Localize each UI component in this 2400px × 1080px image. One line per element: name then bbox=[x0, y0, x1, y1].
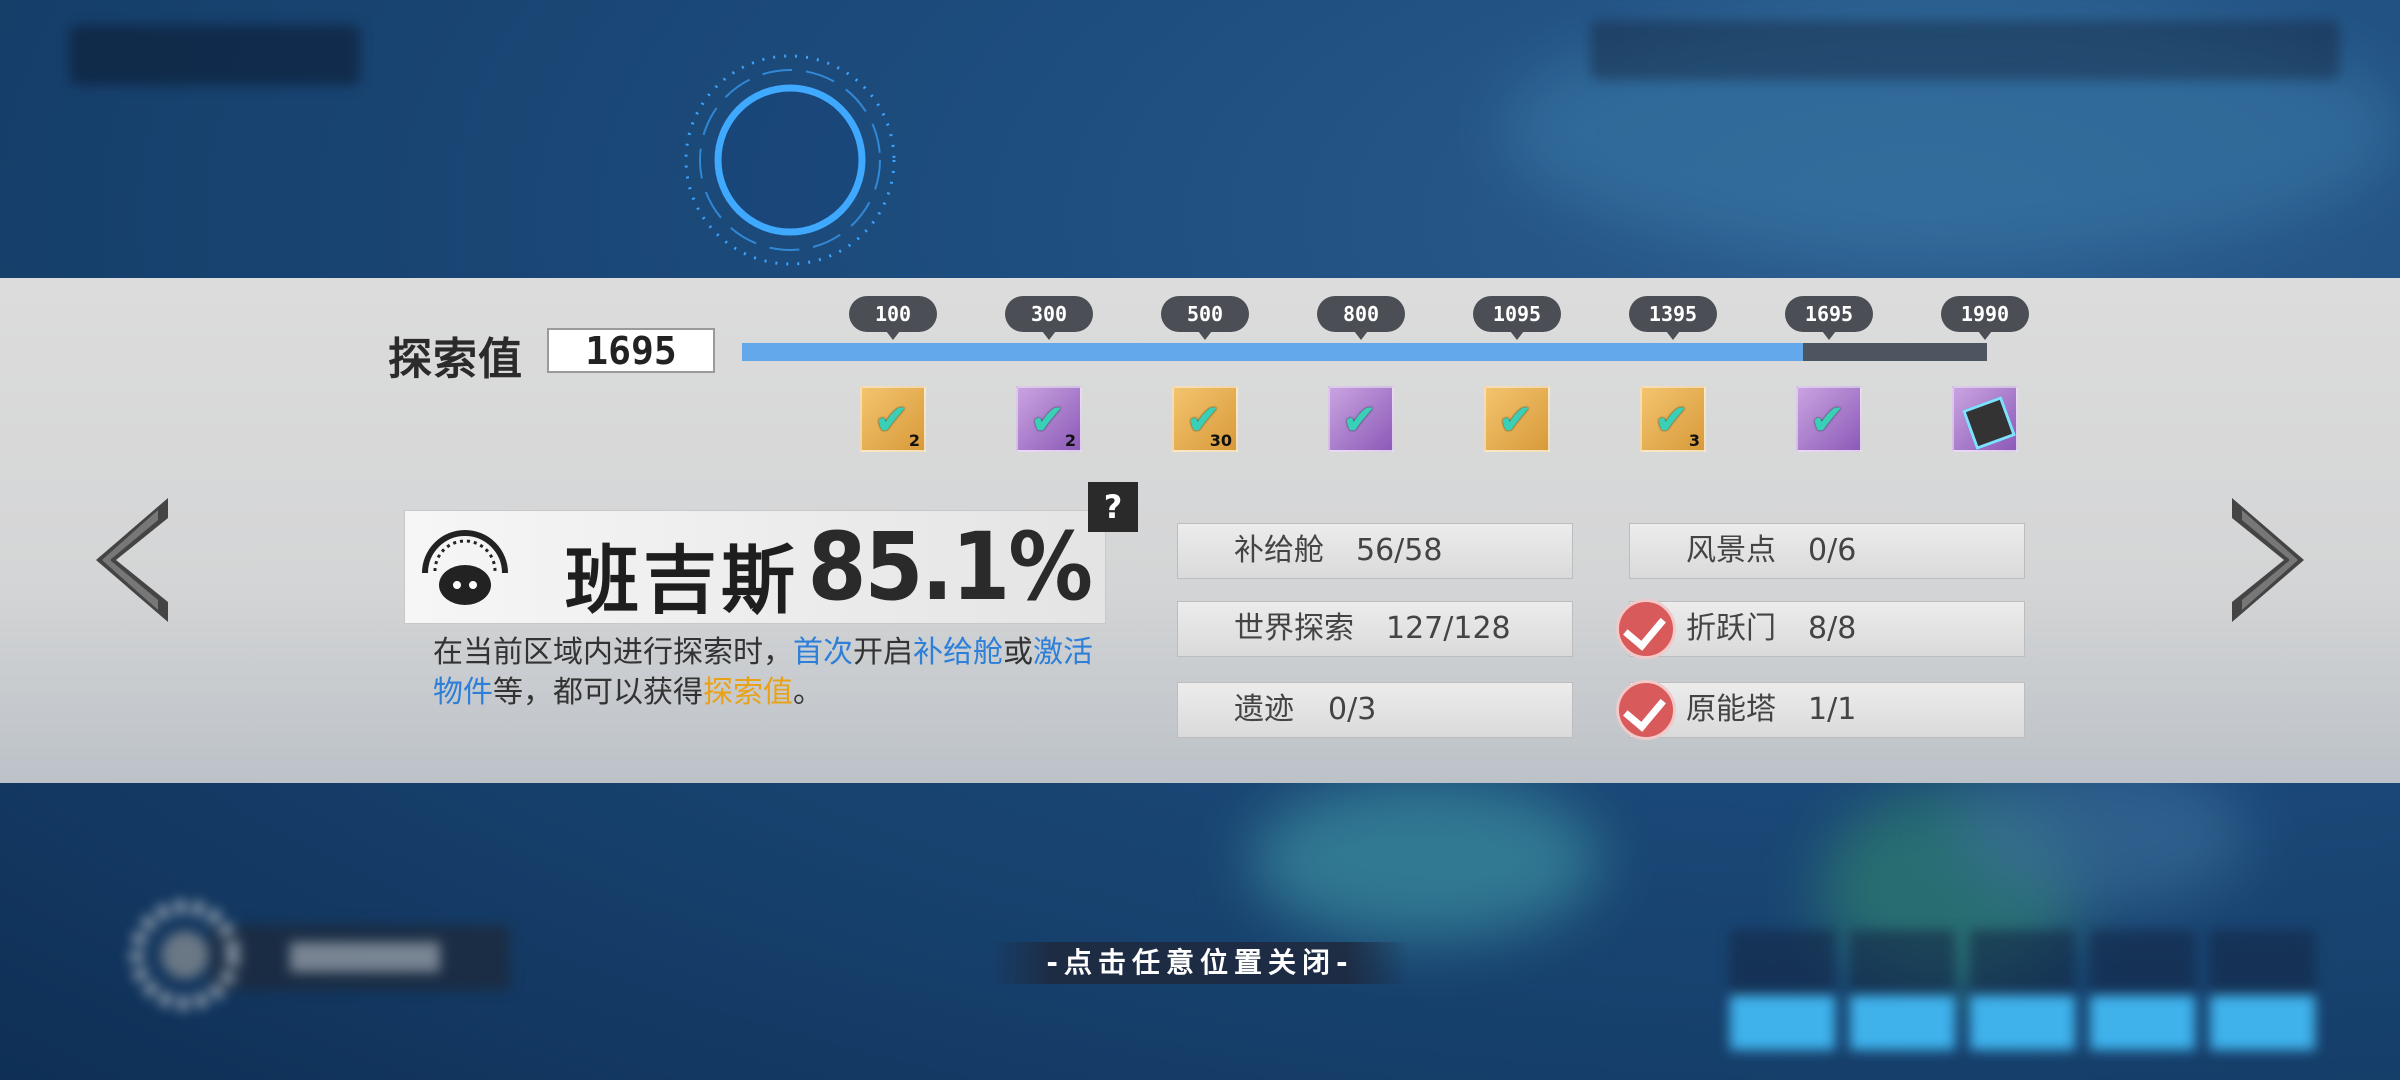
milestone-reward[interactable]: ✔ 3 bbox=[1640, 386, 1706, 452]
next-region-arrow-icon[interactable] bbox=[2222, 490, 2312, 630]
milestone-reward[interactable]: ✔ bbox=[1484, 386, 1550, 452]
milestone-reward[interactable]: ✔ bbox=[1328, 386, 1394, 452]
scanner-ring-icon bbox=[684, 54, 896, 266]
desc-highlight: 探索值 bbox=[703, 675, 793, 710]
stat-warp-gate: 折跃门 8/8 bbox=[1616, 599, 2025, 659]
desc-highlight: 首次 bbox=[793, 635, 853, 670]
chip-item-icon bbox=[1962, 396, 2016, 450]
tap-anywhere-to-close-hint[interactable]: -点击任意位置关闭- bbox=[990, 942, 1410, 984]
region-completion-percent: 85.1% bbox=[807, 513, 1093, 622]
top-right-currency-bar bbox=[1590, 20, 2340, 80]
explore-progress-fill bbox=[742, 343, 1803, 361]
explore-value-label: 探索值 bbox=[388, 334, 523, 385]
desc-text: 等，都可以获得 bbox=[493, 675, 703, 710]
stat-value: 0/6 bbox=[1808, 533, 1857, 568]
milestone-tag: 500 bbox=[1161, 296, 1249, 340]
milestone-reward[interactable]: ✔ bbox=[1796, 386, 1862, 452]
reward-quantity: 3 bbox=[1688, 431, 1700, 450]
claimed-check-icon: ✔ bbox=[1030, 395, 1066, 444]
claimed-check-icon: ✔ bbox=[1342, 395, 1378, 444]
milestone-tag: 800 bbox=[1317, 296, 1405, 340]
prev-region-arrow-icon[interactable] bbox=[88, 490, 178, 630]
desc-highlight: 补给舱 bbox=[913, 635, 1003, 670]
stat-label: 折跃门 bbox=[1686, 611, 1776, 646]
milestone-tag: 100 bbox=[849, 296, 937, 340]
stat-value: 1/1 bbox=[1808, 692, 1857, 727]
explore-progress-bar bbox=[742, 343, 1987, 361]
milestone-tag: 1695 bbox=[1785, 296, 1873, 340]
milestone-reward[interactable]: ✔ 2 bbox=[860, 386, 926, 452]
stat-ruins: 遗迹 0/3 bbox=[1177, 682, 1573, 738]
bottom-left-gear-button[interactable] bbox=[130, 900, 530, 1010]
stat-value: 127/128 bbox=[1386, 611, 1511, 646]
stat-value: 8/8 bbox=[1808, 611, 1857, 646]
help-button[interactable]: ? bbox=[1088, 482, 1138, 532]
reward-quantity: 2 bbox=[908, 431, 920, 450]
milestone-tag: 300 bbox=[1005, 296, 1093, 340]
stat-world-explore: 世界探索 127/128 bbox=[1177, 601, 1573, 657]
region-summary: 班吉斯 85.1% bbox=[404, 510, 1106, 624]
milestone-reward[interactable]: ✔ 2 bbox=[1016, 386, 1082, 452]
explore-description: 在当前区域内进行探索时，首次开启补给舱或激活物件等，都可以获得探索值。 bbox=[433, 633, 1113, 713]
claimed-check-icon: ✔ bbox=[1654, 395, 1690, 444]
stat-label: 补给舱 bbox=[1234, 533, 1324, 568]
completed-check-icon bbox=[1616, 599, 1676, 659]
reward-quantity: 30 bbox=[1209, 431, 1232, 450]
region-emblem-icon bbox=[422, 530, 508, 605]
desc-text: 在当前区域内进行探索时， bbox=[433, 635, 793, 670]
stat-value: 56/58 bbox=[1356, 533, 1443, 568]
stat-scenic: 风景点 0/6 bbox=[1629, 523, 2025, 579]
top-left-back-bar[interactable] bbox=[70, 25, 360, 85]
milestone-reward[interactable] bbox=[1952, 386, 2018, 452]
milestone-tag: 1095 bbox=[1473, 296, 1561, 340]
milestone-reward[interactable]: ✔ 30 bbox=[1172, 386, 1238, 452]
stat-label: 世界探索 bbox=[1234, 611, 1354, 646]
region-name: 班吉斯 bbox=[565, 538, 799, 624]
completed-check-icon bbox=[1616, 680, 1676, 740]
desc-text: 。 bbox=[793, 675, 823, 710]
reward-quantity: 2 bbox=[1064, 431, 1076, 450]
claimed-check-icon: ✔ bbox=[1498, 395, 1534, 444]
desc-text: 开启 bbox=[853, 635, 913, 670]
stat-label: 遗迹 bbox=[1234, 692, 1294, 727]
milestone-tag: 1395 bbox=[1629, 296, 1717, 340]
stat-supply-pod: 补给舱 56/58 bbox=[1177, 523, 1573, 579]
explore-value-display: 1695 bbox=[547, 328, 715, 373]
claimed-check-icon: ✔ bbox=[874, 395, 910, 444]
stat-value: 0/3 bbox=[1328, 692, 1377, 727]
milestone-tag: 1990 bbox=[1941, 296, 2029, 340]
stat-label: 原能塔 bbox=[1686, 692, 1776, 727]
desc-text: 或 bbox=[1003, 635, 1033, 670]
stat-tower: 原能塔 1/1 bbox=[1616, 680, 2025, 740]
stat-label: 风景点 bbox=[1686, 533, 1776, 568]
claimed-check-icon: ✔ bbox=[1810, 395, 1846, 444]
